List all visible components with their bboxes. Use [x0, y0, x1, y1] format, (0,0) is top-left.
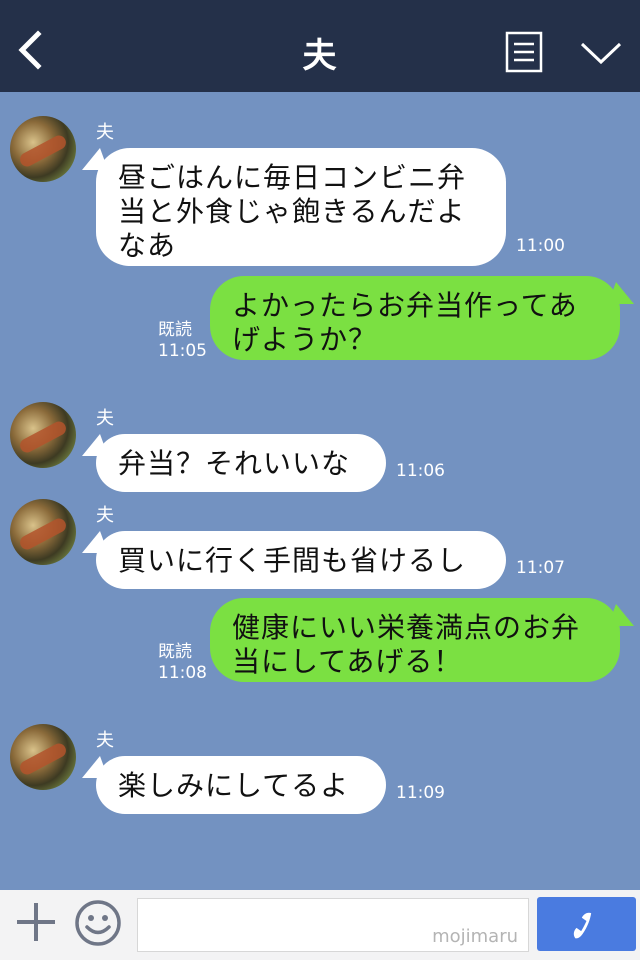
- chat-header: 夫: [0, 0, 640, 92]
- outgoing-message-bubble[interactable]: よかったらお弁当作ってあげようか？: [210, 276, 620, 360]
- sender-name: 夫: [96, 505, 114, 526]
- incoming-message-bubble[interactable]: 弁当？それいいな: [96, 434, 386, 492]
- phone-icon: [573, 912, 592, 939]
- plus-icon[interactable]: [14, 900, 58, 944]
- outgoing-message-bubble[interactable]: 健康にいい栄養満点のお弁当にしてあげる！: [210, 598, 620, 682]
- call-button[interactable]: [537, 897, 636, 951]
- chevron-down-icon[interactable]: [578, 36, 624, 70]
- avatar[interactable]: [10, 402, 76, 468]
- message-list[interactable]: 夫 昼ごはんに毎日コンビニ弁当と外食じゃ飽きるんだよなあ 11:00 既読 11…: [0, 92, 640, 890]
- message-time: 11:07: [516, 558, 565, 578]
- incoming-message-bubble[interactable]: 楽しみにしてるよ: [96, 756, 386, 814]
- read-status: 既読 11:05: [158, 320, 207, 362]
- message-time: 11:08: [158, 663, 207, 683]
- read-label: 既読: [158, 642, 192, 662]
- message-time: 11:00: [516, 236, 565, 256]
- chat-title: 夫: [302, 36, 338, 76]
- avatar[interactable]: [10, 116, 76, 182]
- avatar[interactable]: [10, 499, 76, 565]
- message-time: 11:05: [158, 341, 207, 361]
- incoming-message-bubble[interactable]: 買いに行く手間も省けるし: [96, 531, 506, 589]
- message-input[interactable]: mojimaru: [137, 898, 529, 952]
- menu-icon[interactable]: [505, 31, 543, 73]
- read-label: 既読: [158, 320, 192, 340]
- message-time: 11:06: [396, 461, 445, 481]
- smile-icon[interactable]: [73, 898, 123, 948]
- message-time: 11:09: [396, 783, 445, 803]
- sender-name: 夫: [96, 408, 114, 429]
- sender-name: 夫: [96, 730, 114, 751]
- read-status: 既読 11:08: [158, 642, 207, 684]
- incoming-message-bubble[interactable]: 昼ごはんに毎日コンビニ弁当と外食じゃ飽きるんだよなあ: [96, 148, 506, 266]
- watermark: mojimaru: [432, 926, 518, 947]
- sender-name: 夫: [96, 122, 114, 143]
- avatar[interactable]: [10, 724, 76, 790]
